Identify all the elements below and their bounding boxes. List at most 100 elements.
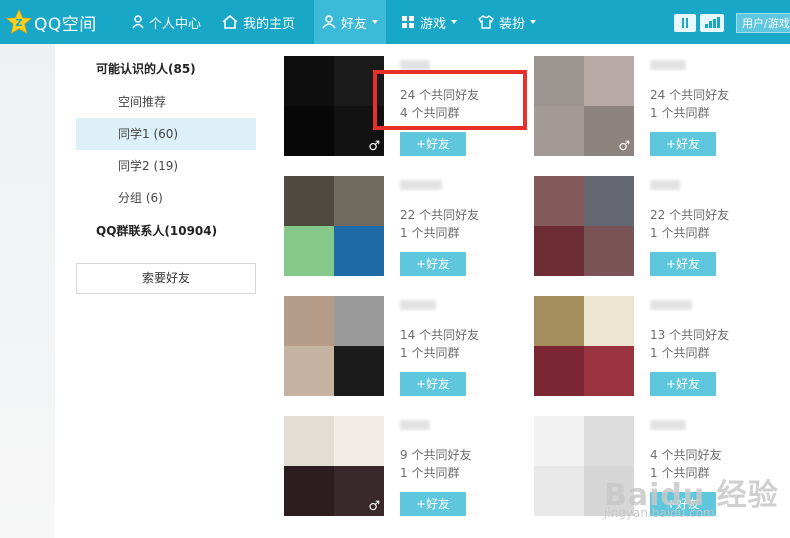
blurred-name: [650, 60, 686, 70]
qzone-logo[interactable]: Z QQ空间: [6, 6, 97, 38]
user-icon: [132, 15, 144, 29]
blurred-name: [400, 180, 442, 190]
mutual-groups-count: 1 个共同群: [400, 466, 460, 480]
search-input[interactable]: 用户/游戏: [736, 13, 790, 33]
mutual-groups-count: 1 个共同群: [650, 226, 710, 240]
avatar-mosaic-tile: [334, 346, 384, 396]
nav-personal-center[interactable]: 个人中心: [132, 0, 201, 44]
friend-card: 22 个共同好友 1 个共同群 +好友: [284, 176, 524, 276]
add-friend-button[interactable]: +好友: [650, 132, 716, 156]
avatar-mosaic-tile: [534, 56, 584, 106]
avatar-mosaic-tile: [284, 106, 334, 156]
signal-bars-icon: [705, 17, 720, 28]
mutual-friends-count: 4 个共同好友: [650, 448, 722, 462]
mutual-groups-count: 1 个共同群: [650, 106, 710, 120]
sidebar-item-classmates-2[interactable]: 同学2 (19): [76, 150, 256, 182]
mutual-friends-count: 22 个共同好友: [400, 208, 480, 222]
avatar[interactable]: [284, 296, 384, 396]
sidebar-item-classmates-1[interactable]: 同学1 (60): [76, 118, 256, 150]
avatar-mosaic-tile: [534, 466, 584, 516]
avatar-mosaic-tile: [534, 346, 584, 396]
avatar-mosaic-tile: [584, 416, 634, 466]
avatar-mosaic-tile: [534, 176, 584, 226]
avatar[interactable]: ♂: [284, 56, 384, 156]
nav-games-label: 游戏: [420, 16, 447, 32]
add-friend-button[interactable]: +好友: [400, 372, 466, 396]
blurred-name: [400, 300, 436, 310]
ask-for-friends-button[interactable]: 索要好友: [76, 263, 256, 294]
avatar-mosaic-tile: [284, 416, 334, 466]
chevron-down-icon: [530, 20, 537, 24]
sidebar-people-you-may-know[interactable]: 可能认识的人(85): [76, 52, 256, 86]
pause-icon: [682, 18, 688, 28]
avatar-mosaic-tile: [584, 296, 634, 346]
friends-icon: [322, 15, 336, 29]
friend-card: ♂ 9 个共同好友 1 个共同群 +好友: [284, 416, 524, 516]
mutual-groups-count: 1 个共同群: [650, 346, 710, 360]
nav-friends[interactable]: 好友: [314, 0, 387, 44]
svg-text:Z: Z: [15, 18, 22, 29]
add-friend-button[interactable]: +好友: [400, 492, 466, 516]
blurred-name: [650, 180, 680, 190]
avatar-mosaic-tile: [284, 296, 334, 346]
avatar-mosaic-tile: [334, 416, 384, 466]
baidu-watermark: Baidu 经验 jingyan.baidu.com: [604, 470, 779, 520]
chevron-down-icon: [451, 20, 458, 24]
add-friend-button[interactable]: +好友: [400, 252, 466, 276]
sidebar-item-space-recommend[interactable]: 空间推荐: [76, 86, 256, 118]
avatar-mosaic-tile: [534, 416, 584, 466]
friend-card: ♂ 24 个共同好友 1 个共同群 +好友: [534, 56, 774, 156]
gender-icon: ♂: [368, 139, 380, 154]
blurred-name: [400, 420, 430, 430]
avatar[interactable]: [534, 176, 634, 276]
nav-dressup[interactable]: 装扮: [478, 0, 537, 44]
nav-games[interactable]: 游戏: [401, 0, 458, 44]
app-title: QQ空间: [34, 14, 97, 35]
avatar[interactable]: [284, 176, 384, 276]
avatar-mosaic-tile: [534, 106, 584, 156]
pause-button[interactable]: [674, 14, 696, 32]
blurred-name: [650, 420, 686, 430]
avatar-mosaic-tile: [584, 346, 634, 396]
blurred-name: [650, 300, 692, 310]
mutual-friends-count: 13 个共同好友: [650, 328, 730, 342]
avatar-mosaic-tile: [284, 56, 334, 106]
add-friend-button[interactable]: +好友: [650, 372, 716, 396]
avatar-mosaic-tile: [284, 226, 334, 276]
watermark-url: jingyan.baidu.com: [604, 506, 715, 520]
add-friend-button[interactable]: +好友: [650, 252, 716, 276]
avatar-mosaic-tile: [284, 346, 334, 396]
avatar[interactable]: ♂: [534, 56, 634, 156]
sidebar-item-groups[interactable]: 分组 (6): [76, 182, 256, 214]
qzone-star-icon: Z: [6, 9, 32, 34]
grid-icon: [402, 16, 414, 28]
blurred-name: [400, 60, 430, 70]
avatar-mosaic-tile: [584, 56, 634, 106]
mutual-groups-count: 1 个共同群: [400, 346, 460, 360]
avatar-mosaic-tile: [534, 296, 584, 346]
friend-card: 13 个共同好友 1 个共同群 +好友: [534, 296, 774, 396]
friends-sidebar: 可能认识的人(85) 空间推荐 同学1 (60) 同学2 (19) 分组 (6)…: [76, 44, 256, 248]
avatar-mosaic-tile: [584, 176, 634, 226]
avatar-mosaic-tile: [584, 226, 634, 276]
signal-button[interactable]: [700, 14, 724, 32]
avatar-mosaic-tile: [334, 296, 384, 346]
nav-my-home-label: 我的主页: [243, 16, 296, 32]
shirt-icon: [478, 15, 494, 29]
avatar[interactable]: ♂: [284, 416, 384, 516]
red-highlight-box: [373, 70, 527, 130]
avatar[interactable]: [534, 296, 634, 396]
gender-icon: ♂: [368, 499, 380, 514]
chevron-down-icon: [372, 20, 379, 24]
add-friend-button[interactable]: +好友: [400, 132, 466, 156]
top-nav-bar: Z QQ空间 个人中心 我的主页 好友 游戏 装扮 用户/游戏: [0, 0, 790, 44]
nav-friends-label: 好友: [341, 16, 368, 32]
sidebar-qq-group-contacts[interactable]: QQ群联系人(10904): [76, 214, 256, 248]
mutual-friends-count: 22 个共同好友: [650, 208, 730, 222]
nav-my-home[interactable]: 我的主页: [222, 0, 295, 44]
nav-dressup-label: 装扮: [499, 16, 526, 32]
mutual-groups-count: 1 个共同群: [400, 226, 460, 240]
mutual-friends-count: 24 个共同好友: [650, 88, 730, 102]
left-gutter: [0, 44, 55, 538]
avatar-mosaic-tile: [284, 176, 334, 226]
